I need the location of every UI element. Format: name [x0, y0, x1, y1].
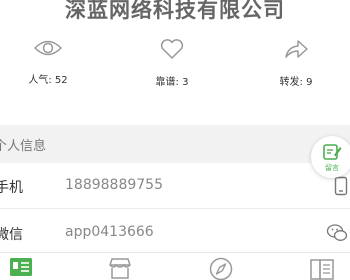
section-title: 个人信息 — [0, 139, 47, 154]
wechat-row[interactable]: 微信 app0413666 — [0, 210, 350, 256]
phone-label: 手机 — [0, 180, 23, 196]
likes-stat[interactable]: 靠谱: 3 — [132, 38, 212, 88]
shop-icon — [109, 258, 131, 279]
share-icon — [285, 40, 308, 58]
tab-discover[interactable] — [208, 257, 234, 280]
tab-news[interactable] — [309, 257, 335, 280]
heart-icon — [160, 39, 184, 59]
eye-icon — [33, 40, 63, 56]
card-icon — [10, 258, 32, 276]
section-header: 个人信息 — [0, 125, 350, 163]
company-title: 深蓝网络科技有限公司 — [65, 0, 285, 22]
views-stat[interactable]: 人气: 52 — [8, 38, 88, 86]
compass-icon — [209, 257, 233, 280]
news-icon — [310, 259, 334, 280]
shares-count: 转发: 9 — [279, 77, 313, 88]
likes-count: 靠谱: 3 — [155, 77, 189, 88]
message-float-button[interactable]: 留言 — [311, 136, 350, 178]
edit-message-icon — [323, 144, 342, 160]
stats-bar: 人气: 52 靠谱: 3 转发: 9 — [0, 38, 350, 98]
tab-card[interactable] — [9, 257, 33, 280]
wechat-label: 微信 — [0, 227, 23, 243]
phone-value: 18898889755 — [65, 177, 163, 193]
shares-stat[interactable]: 转发: 9 — [256, 38, 336, 88]
bottom-tab-bar — [0, 252, 350, 280]
mobile-phone-icon[interactable] — [334, 176, 348, 196]
views-count: 人气: 52 — [28, 75, 68, 86]
tab-shop[interactable] — [107, 257, 133, 280]
wechat-value: app0413666 — [65, 224, 154, 240]
message-label: 留言 — [325, 164, 339, 172]
phone-row[interactable]: 手机 18898889755 — [0, 163, 350, 209]
wechat-icon[interactable] — [326, 223, 348, 243]
